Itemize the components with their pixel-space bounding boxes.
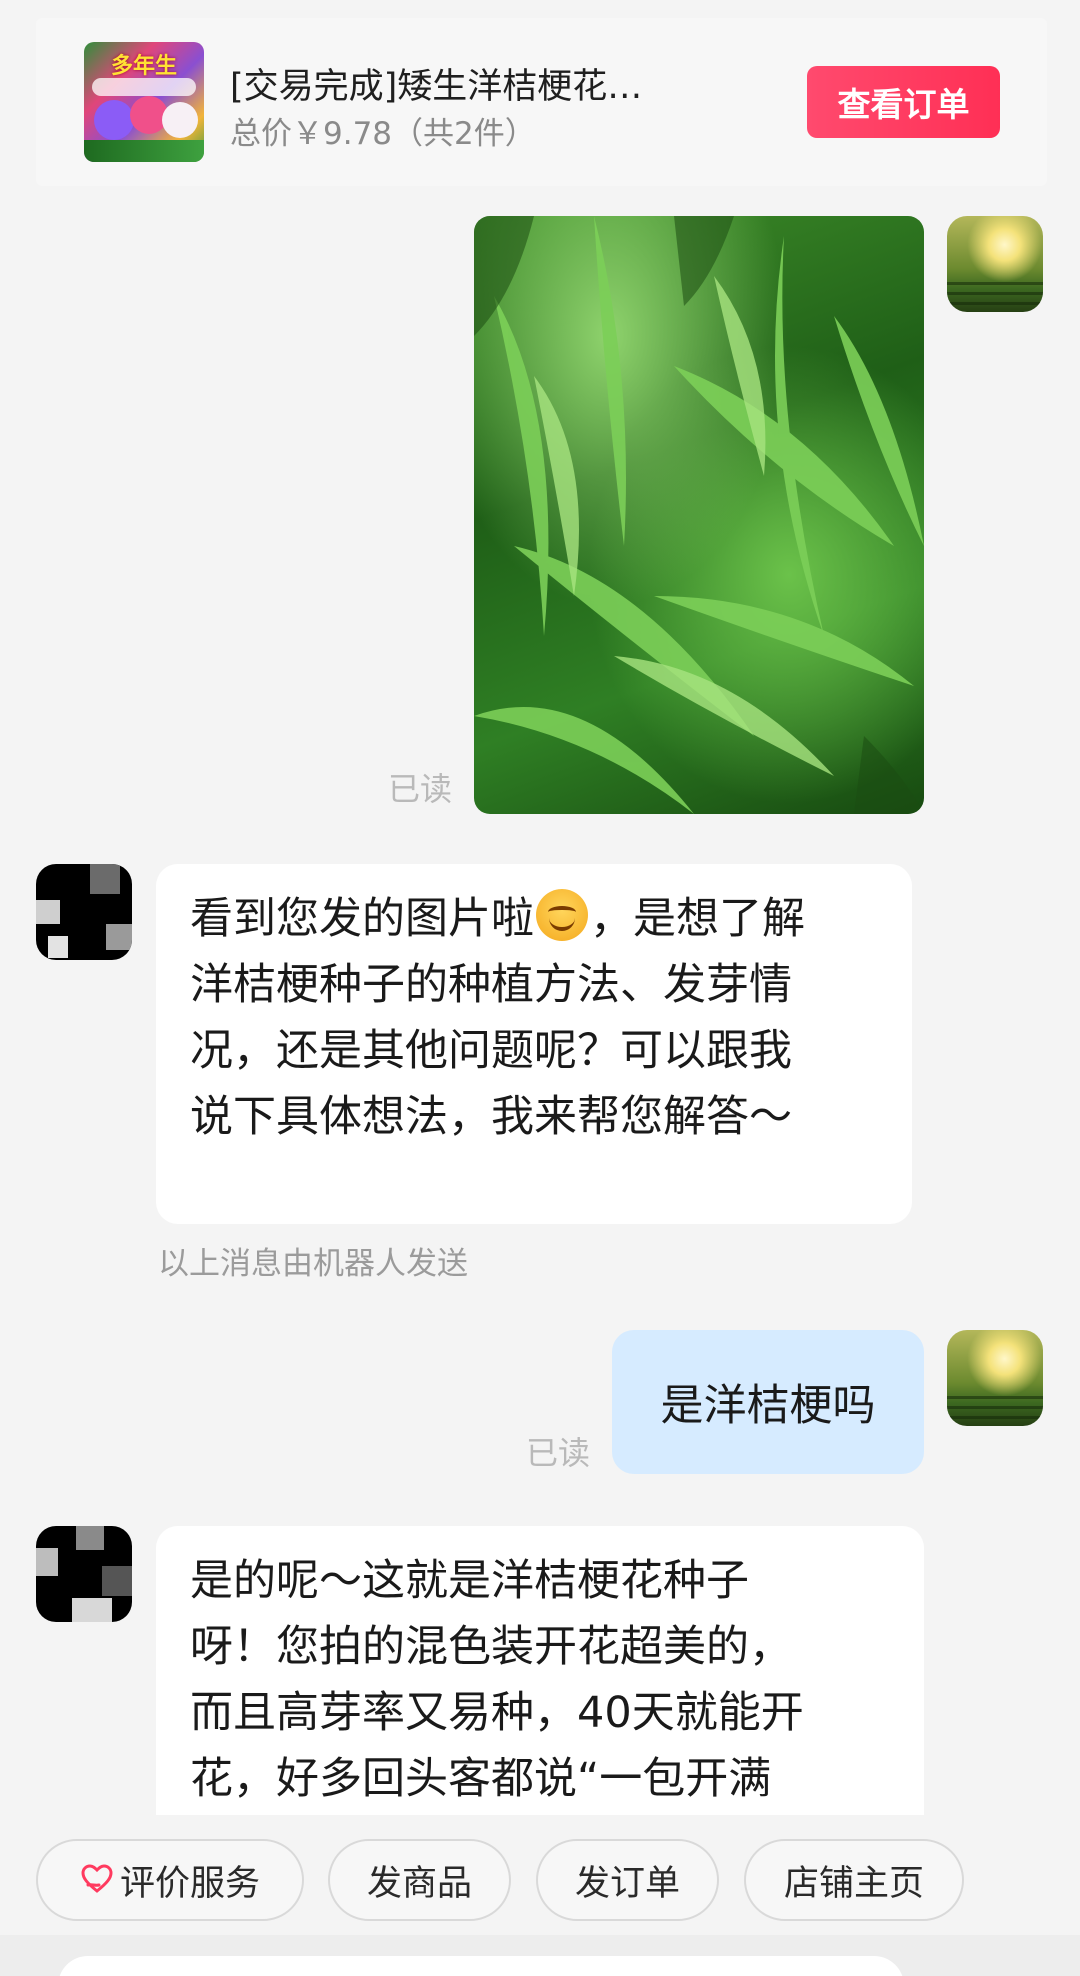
message-text: 花，好多回头客都说“一包开满 [190, 1754, 772, 1804]
image-message[interactable] [474, 216, 924, 814]
send-product-label: 发商品 [366, 1863, 472, 1904]
rate-service-button[interactable]: 评价服务 [36, 1839, 304, 1921]
heart-hand-icon [81, 1864, 113, 1893]
view-order-button[interactable]: 查看订单 [807, 66, 1000, 138]
user-avatar[interactable] [947, 1330, 1043, 1426]
order-card[interactable]: 多年生 [交易完成]矮生洋桔梗花… 总价￥9.78（共2件） 查看订单 [36, 18, 1047, 186]
quick-action-bar: 评价服务 发商品 发订单 店铺主页 [0, 1815, 1080, 1935]
send-product-button[interactable]: 发商品 [328, 1839, 511, 1921]
order-title: [交易完成]矮生洋桔梗花… [230, 67, 643, 107]
order-price: 总价￥9.78（共2件） [230, 116, 536, 152]
read-receipt: 已读 [388, 770, 453, 808]
message-text: 是洋桔梗吗 [660, 1381, 876, 1431]
bot-message: 是的呢～这就是洋桔梗花种子 呀！您拍的混色装开花超美的， 而且高芽率又易种，40… [156, 1526, 924, 1826]
shop-home-label: 店铺主页 [783, 1863, 924, 1904]
user-message: 是洋桔梗吗 [612, 1330, 924, 1474]
message-text: 而且高芽率又易种，40天就能开 [190, 1688, 804, 1738]
shop-avatar[interactable] [36, 1526, 132, 1622]
message-input[interactable] [58, 1956, 904, 1976]
send-order-button[interactable]: 发订单 [536, 1839, 719, 1921]
smiling-face-icon [536, 889, 588, 941]
message-text: 况，还是其他问题呢？可以跟我 [190, 1026, 792, 1076]
thumbnail-footer [84, 140, 204, 162]
bot-message: 看到您发的图片啦 ，是想了解 洋桔梗种子的种植方法、发芽情 况，还是其他问题呢？可… [156, 864, 912, 1224]
rate-service-label: 评价服务 [119, 1863, 260, 1904]
robot-sent-note: 以上消息由机器人发送 [158, 1246, 468, 1282]
thumbnail-banner [92, 78, 196, 96]
chat-page: 多年生 [交易完成]矮生洋桔梗花… 总价￥9.78（共2件） 查看订单 已读 看… [0, 0, 1080, 1976]
user-avatar[interactable] [947, 216, 1043, 312]
flower-graphic [162, 102, 198, 138]
message-text: 呀！您拍的混色装开花超美的， [190, 1622, 792, 1672]
plant-photo [474, 216, 924, 814]
thumbnail-label: 多年生 [110, 54, 177, 79]
message-text: 洋桔梗种子的种植方法、发芽情 [190, 960, 792, 1010]
product-thumbnail[interactable]: 多年生 [84, 42, 204, 162]
flower-graphic [94, 100, 134, 140]
message-text: 看到您发的图片啦 [190, 894, 534, 944]
send-order-label: 发订单 [574, 1863, 680, 1904]
shop-home-button[interactable]: 店铺主页 [744, 1839, 964, 1921]
message-text: 说下具体想法，我来帮您解答～ [190, 1092, 792, 1142]
shop-avatar[interactable] [36, 864, 132, 960]
read-receipt: 已读 [526, 1434, 591, 1472]
message-text: 是的呢～这就是洋桔梗花种子 [190, 1556, 749, 1606]
message-text: ，是想了解 [590, 894, 805, 944]
